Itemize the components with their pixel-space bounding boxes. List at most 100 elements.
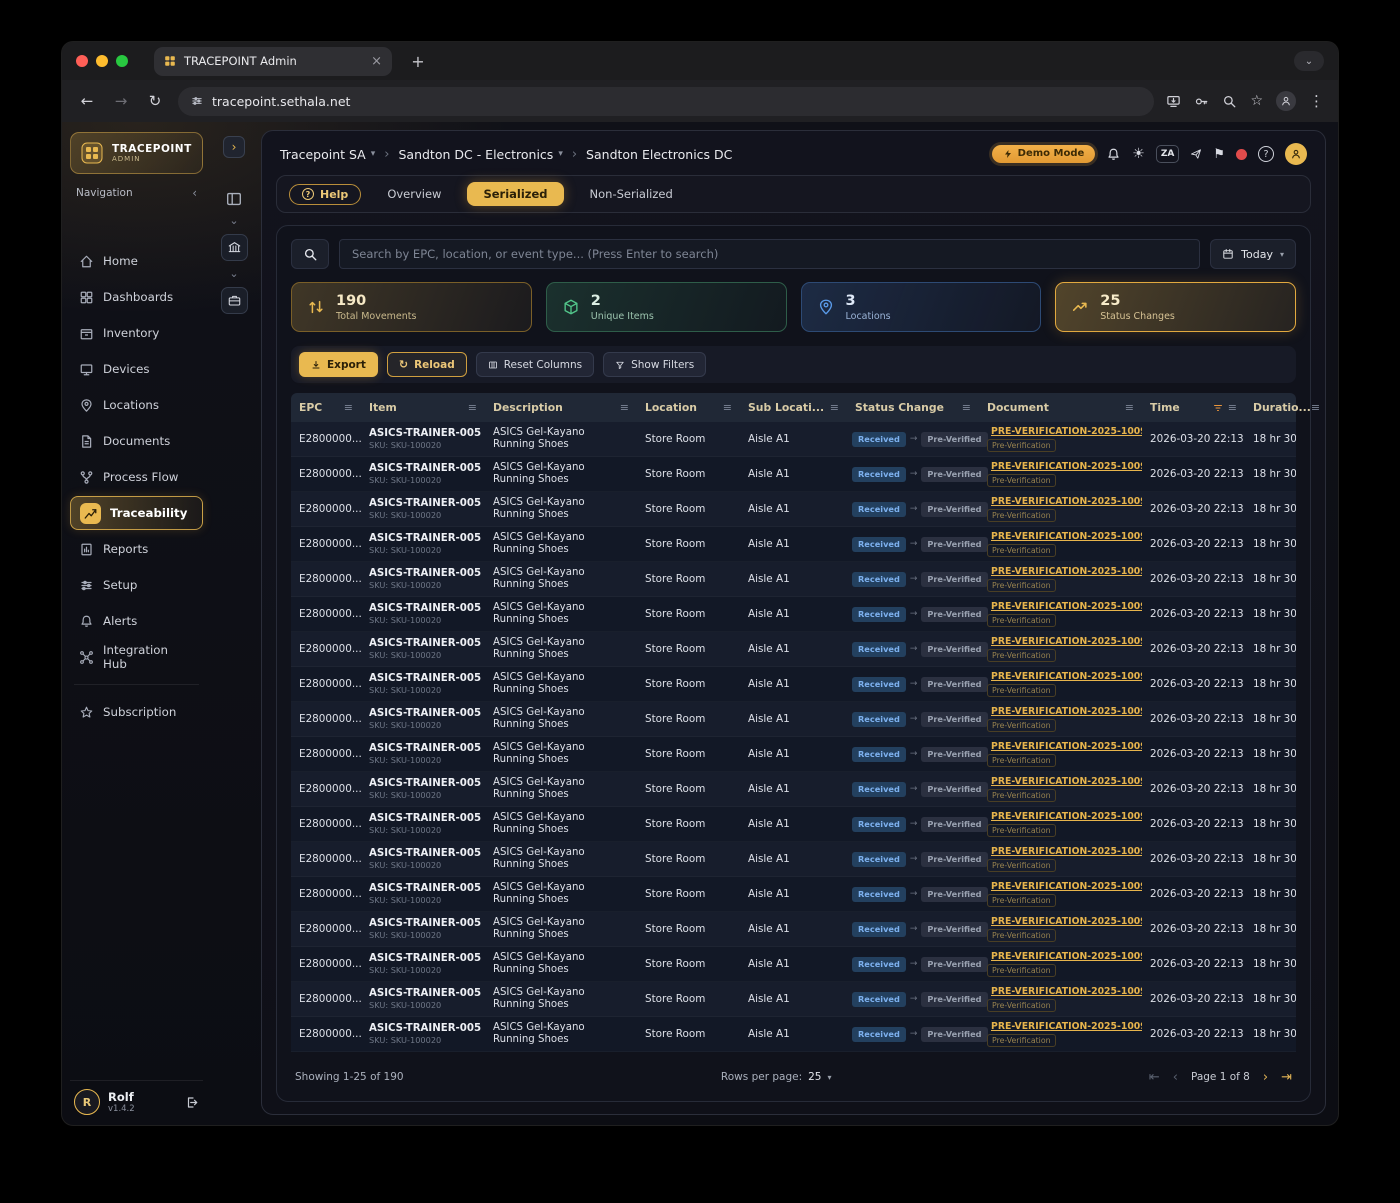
table-row[interactable]: E2800000... ASICS-TRAINER-005 SKU: SKU-1… bbox=[291, 947, 1296, 982]
locale-badge[interactable]: ZA bbox=[1156, 145, 1180, 163]
table-row[interactable]: E2800000... ASICS-TRAINER-005 SKU: SKU-1… bbox=[291, 562, 1296, 597]
col-sub-location[interactable]: Sub Locati...≡ bbox=[740, 401, 847, 414]
column-menu-icon[interactable]: ≡ bbox=[830, 401, 839, 414]
sidebar-item-dashboards[interactable]: Dashboards bbox=[70, 280, 203, 314]
window-close-button[interactable] bbox=[76, 55, 88, 67]
document-link[interactable]: PRE-VERIFICATION-2025-1009 bbox=[987, 601, 1134, 612]
document-link[interactable]: PRE-VERIFICATION-2025-1009 bbox=[987, 846, 1134, 857]
window-minimize-button[interactable] bbox=[96, 55, 108, 67]
stat-locations[interactable]: 3Locations bbox=[801, 282, 1042, 332]
document-link[interactable]: PRE-VERIFICATION-2025-1009 bbox=[987, 1021, 1134, 1032]
document-link[interactable]: PRE-VERIFICATION-2025-1009 bbox=[987, 916, 1134, 927]
rows-per-page-control[interactable]: Rows per page: 25 ▾ bbox=[721, 1071, 832, 1083]
browser-menu-icon[interactable]: ⋮ bbox=[1309, 92, 1324, 110]
col-epc[interactable]: EPC≡ bbox=[291, 401, 361, 414]
stat-unique-items[interactable]: 2Unique Items bbox=[546, 282, 787, 332]
document-link[interactable]: PRE-VERIFICATION-2025-1009 bbox=[987, 881, 1134, 892]
document-link[interactable]: PRE-VERIFICATION-2025-1009 bbox=[987, 426, 1134, 437]
column-menu-icon[interactable]: ≡ bbox=[723, 401, 732, 414]
document-link[interactable]: PRE-VERIFICATION-2025-1009 bbox=[987, 986, 1134, 997]
export-button[interactable]: Export bbox=[299, 352, 378, 377]
col-time[interactable]: Time ≡ bbox=[1142, 401, 1245, 414]
sidebar-item-inventory[interactable]: Inventory bbox=[70, 316, 203, 350]
stat-status-changes[interactable]: 25Status Changes bbox=[1055, 282, 1296, 332]
column-menu-icon[interactable]: ≡ bbox=[344, 401, 353, 414]
table-row[interactable]: E2800000... ASICS-TRAINER-005 SKU: SKU-1… bbox=[291, 667, 1296, 702]
tab-close-icon[interactable]: × bbox=[371, 54, 382, 69]
table-row[interactable]: E2800000... ASICS-TRAINER-005 SKU: SKU-1… bbox=[291, 1017, 1296, 1052]
reload-icon[interactable]: ↻ bbox=[144, 92, 166, 110]
app-logo[interactable]: TRACEPOINT ADMIN bbox=[70, 132, 203, 174]
new-tab-button[interactable]: + bbox=[406, 49, 430, 73]
col-item[interactable]: Item≡ bbox=[361, 401, 485, 414]
record-status-icon[interactable] bbox=[1236, 149, 1247, 160]
document-link[interactable]: PRE-VERIFICATION-2025-1009 bbox=[987, 461, 1134, 472]
browser-tab[interactable]: TRACEPOINT Admin × bbox=[154, 47, 392, 76]
table-row[interactable]: E2800000... ASICS-TRAINER-005 SKU: SKU-1… bbox=[291, 457, 1296, 492]
search-input[interactable] bbox=[339, 239, 1200, 269]
sidebar-item-setup[interactable]: Setup bbox=[70, 568, 203, 602]
sidebar-collapse-icon[interactable]: ‹ bbox=[192, 186, 197, 200]
breadcrumb-site[interactable]: Sandton DC - Electronics▾ bbox=[398, 147, 562, 162]
next-page-icon[interactable]: › bbox=[1263, 1070, 1268, 1085]
column-menu-icon[interactable]: ≡ bbox=[962, 401, 971, 414]
rail-expand-icon[interactable]: › bbox=[223, 136, 245, 158]
col-document[interactable]: Document≡ bbox=[979, 401, 1142, 414]
last-page-icon[interactable]: ⇥ bbox=[1281, 1070, 1292, 1085]
logout-icon[interactable] bbox=[184, 1095, 199, 1110]
sidebar-item-traceability[interactable]: Traceability bbox=[70, 496, 203, 530]
table-row[interactable]: E2800000... ASICS-TRAINER-005 SKU: SKU-1… bbox=[291, 912, 1296, 947]
theme-sun-icon[interactable]: ☀ bbox=[1132, 146, 1145, 162]
document-link[interactable]: PRE-VERIFICATION-2025-1009 bbox=[987, 671, 1134, 682]
flag-icon[interactable]: ⚑ bbox=[1213, 147, 1225, 162]
table-row[interactable]: E2800000... ASICS-TRAINER-005 SKU: SKU-1… bbox=[291, 982, 1296, 1017]
tab-serialized[interactable]: Serialized bbox=[467, 182, 563, 206]
table-row[interactable]: E2800000... ASICS-TRAINER-005 SKU: SKU-1… bbox=[291, 422, 1296, 457]
table-row[interactable]: E2800000... ASICS-TRAINER-005 SKU: SKU-1… bbox=[291, 737, 1296, 772]
sidebar-item-documents[interactable]: Documents bbox=[70, 424, 203, 458]
col-location[interactable]: Location≡ bbox=[637, 401, 740, 414]
briefcase-icon[interactable] bbox=[221, 287, 248, 314]
sidebar-item-alerts[interactable]: Alerts bbox=[70, 604, 203, 638]
tab-search-chevron-icon[interactable]: ⌄ bbox=[1294, 51, 1324, 71]
document-link[interactable]: PRE-VERIFICATION-2025-1009 bbox=[987, 706, 1134, 717]
document-link[interactable]: PRE-VERIFICATION-2025-1009 bbox=[987, 776, 1134, 787]
table-row[interactable]: E2800000... ASICS-TRAINER-005 SKU: SKU-1… bbox=[291, 632, 1296, 667]
date-filter-button[interactable]: Today ▾ bbox=[1210, 239, 1296, 269]
document-link[interactable]: PRE-VERIFICATION-2025-1009 bbox=[987, 566, 1134, 577]
column-menu-icon[interactable]: ≡ bbox=[1311, 401, 1320, 414]
search-zoom-icon[interactable] bbox=[1222, 94, 1237, 109]
header-user-avatar[interactable] bbox=[1285, 143, 1307, 165]
document-link[interactable]: PRE-VERIFICATION-2025-1009 bbox=[987, 636, 1134, 647]
column-menu-icon[interactable]: ≡ bbox=[1125, 401, 1134, 414]
help-button[interactable]: ? Help bbox=[289, 184, 361, 205]
send-icon[interactable] bbox=[1190, 148, 1202, 160]
tab-non-serialized[interactable]: Non-Serialized bbox=[586, 182, 677, 206]
col-status-change[interactable]: Status Change≡ bbox=[847, 401, 979, 414]
table-row[interactable]: E2800000... ASICS-TRAINER-005 SKU: SKU-1… bbox=[291, 772, 1296, 807]
col-duration[interactable]: Duratio...≡ bbox=[1245, 401, 1328, 414]
sidebar-item-reports[interactable]: Reports bbox=[70, 532, 203, 566]
document-link[interactable]: PRE-VERIFICATION-2025-1009 bbox=[987, 951, 1134, 962]
column-menu-icon[interactable]: ≡ bbox=[620, 401, 629, 414]
notifications-bell-icon[interactable] bbox=[1106, 147, 1121, 162]
demo-mode-badge[interactable]: Demo Mode bbox=[992, 145, 1096, 163]
search-button[interactable] bbox=[291, 239, 329, 269]
help-icon[interactable]: ? bbox=[1258, 146, 1274, 162]
table-row[interactable]: E2800000... ASICS-TRAINER-005 SKU: SKU-1… bbox=[291, 877, 1296, 912]
table-row[interactable]: E2800000... ASICS-TRAINER-005 SKU: SKU-1… bbox=[291, 702, 1296, 737]
reset-columns-button[interactable]: Reset Columns bbox=[476, 352, 594, 377]
first-page-icon[interactable]: ⇤ bbox=[1149, 1070, 1160, 1085]
show-filters-button[interactable]: Show Filters bbox=[603, 352, 706, 377]
table-row[interactable]: E2800000... ASICS-TRAINER-005 SKU: SKU-1… bbox=[291, 842, 1296, 877]
table-row[interactable]: E2800000... ASICS-TRAINER-005 SKU: SKU-1… bbox=[291, 527, 1296, 562]
table-row[interactable]: E2800000... ASICS-TRAINER-005 SKU: SKU-1… bbox=[291, 597, 1296, 632]
sidebar-item-home[interactable]: Home bbox=[70, 244, 203, 278]
back-icon[interactable]: ← bbox=[76, 92, 98, 110]
col-description[interactable]: Description≡ bbox=[485, 401, 637, 414]
window-maximize-button[interactable] bbox=[116, 55, 128, 67]
stat-total-movements[interactable]: 190Total Movements bbox=[291, 282, 532, 332]
document-link[interactable]: PRE-VERIFICATION-2025-1009 bbox=[987, 741, 1134, 752]
sidebar-item-integration-hub[interactable]: Integration Hub bbox=[70, 640, 203, 674]
active-filter-icon[interactable] bbox=[1213, 403, 1223, 413]
